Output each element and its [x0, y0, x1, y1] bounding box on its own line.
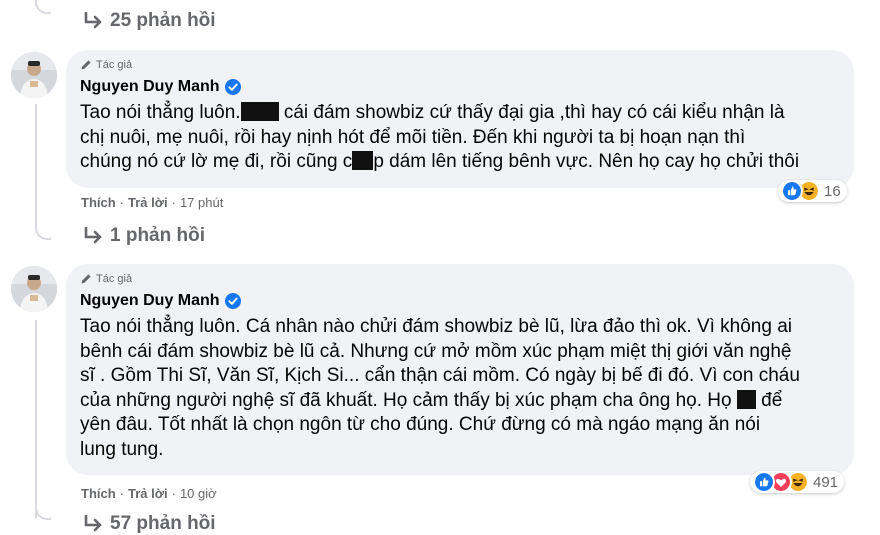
thread-line [35, 320, 37, 518]
comment-line: chị nuôi, mẹ nuôi, rồi hay nịnh hót để m… [80, 126, 840, 151]
separator-dot: · [171, 486, 176, 501]
text-segment: Tao nói thẳng luôn. Cá nhân nào chửi đám… [80, 316, 793, 337]
comment-text: Tao nói thẳng luôn. cái đám showbiz cứ t… [80, 101, 840, 175]
censored-word [240, 102, 279, 121]
reply-button[interactable]: Trả lời [128, 195, 168, 210]
view-replies-link[interactable]: 1 phản hồi [82, 225, 205, 247]
view-replies-link[interactable]: 25 phản hồi [82, 10, 216, 32]
comment-line: bênh cái đám showbiz bè lũ cả. Nhưng cứ … [80, 340, 840, 365]
like-button[interactable]: Thích [81, 486, 116, 501]
comment-line: của những người nghệ sĩ đã khuất. Họ cảm… [80, 389, 840, 414]
comment-line: lung tung. [80, 438, 840, 463]
censored-word [352, 151, 374, 171]
text-segment: lung tung. [80, 438, 164, 460]
text-segment: của những người nghệ sĩ đã khuất. Họ cảm… [80, 389, 737, 411]
author-badge: Tác giả [80, 58, 840, 72]
avatar[interactable] [11, 266, 57, 312]
replies-count-label: 57 phản hồi [110, 513, 216, 534]
like-reaction-icon [753, 471, 775, 493]
text-segment: yên đâu. Tốt nhất là chọn ngôn từ cho đú… [80, 414, 761, 436]
replies-count-label: 25 phản hồi [110, 10, 216, 31]
thread-connector [35, 506, 51, 520]
text-segment: p dám lên tiếng bênh vực. Nên họ cay họ … [373, 151, 800, 173]
author-badge-label: Tác giả [96, 273, 133, 285]
avatar-photo [11, 52, 57, 98]
timestamp-link[interactable]: 17 phút [180, 195, 223, 210]
reaction-summary[interactable]: 16 [778, 180, 847, 202]
verified-badge-icon [224, 79, 241, 95]
reply-arrow-icon [84, 12, 102, 29]
comment-text: Tao nói thẳng luôn. Cá nhân nào chửi đám… [80, 315, 840, 463]
separator-dot: · [119, 195, 125, 210]
separator-dot: · [171, 195, 176, 210]
text-segment: chúng nó cứ lờ mẹ đi, rồi cũng c [80, 151, 353, 173]
pencil-icon [81, 60, 91, 70]
replies-count-label: 1 phản hồi [110, 225, 205, 246]
comment-bubble: Tác giả Nguyen Duy Manh Tao nói thẳng lu… [66, 264, 854, 475]
reply-arrow-icon [84, 515, 102, 532]
reply-button[interactable]: Trả lời [128, 486, 168, 501]
thread-connector [35, 226, 51, 240]
view-replies-link[interactable]: 57 phản hồi [82, 513, 216, 535]
comment-actions: Thích · Trả lời · 10 giờ [81, 486, 217, 501]
thread-connector [35, 0, 51, 14]
avatar-photo [11, 266, 57, 312]
comment-actions: Thích · Trả lời · 17 phút [81, 195, 223, 210]
text-segment: bênh cái đám showbiz bè lũ cả. Nhưng cứ … [80, 340, 792, 362]
reaction-count: 16 [824, 182, 841, 200]
author-name-link[interactable]: Nguyen Duy Manh [80, 78, 220, 96]
avatar[interactable] [11, 52, 57, 98]
separator-dot: · [119, 486, 125, 501]
comment-line: yên đâu. Tốt nhất là chọn ngôn từ cho đú… [80, 413, 840, 438]
verified-badge-icon [224, 293, 241, 309]
text-segment: cái đám showbiz cứ thấy đại gia ,thì hay… [278, 102, 785, 123]
author-badge: Tác giả [80, 272, 840, 286]
timestamp-link[interactable]: 10 giờ [180, 486, 217, 501]
comment-line: Tao nói thẳng luôn. Cá nhân nào chửi đám… [80, 315, 840, 340]
comment-line: Tao nói thẳng luôn. cái đám showbiz cứ t… [80, 101, 840, 126]
like-reaction-icon [781, 180, 803, 202]
reaction-summary[interactable]: 491 [750, 471, 845, 493]
comment-bubble: Tác giả Nguyen Duy Manh Tao nói thẳng lu… [66, 50, 854, 188]
censored-word [736, 389, 756, 409]
comment-line: sĩ . Gồm Thi Sĩ, Văn Sĩ, Kịch Si... cẩn … [80, 364, 840, 389]
reaction-count: 491 [813, 473, 839, 491]
text-segment: chị nuôi, mẹ nuôi, rồi hay nịnh hót để m… [80, 126, 746, 148]
text-segment: sĩ . Gồm Thi Sĩ, Văn Sĩ, Kịch Si... cẩn … [80, 365, 800, 387]
thread-line [35, 104, 37, 226]
reply-arrow-icon [84, 227, 102, 244]
author-badge-label: Tác giả [96, 59, 133, 71]
text-segment: Tao nói thẳng luôn. [80, 102, 241, 123]
author-name-link[interactable]: Nguyen Duy Manh [80, 292, 220, 310]
comment-line: chúng nó cứ lờ mẹ đi, rồi cũng c p dám lê… [80, 150, 840, 175]
like-button[interactable]: Thích [81, 195, 116, 210]
text-segment: để [755, 389, 783, 411]
pencil-icon [81, 274, 91, 284]
